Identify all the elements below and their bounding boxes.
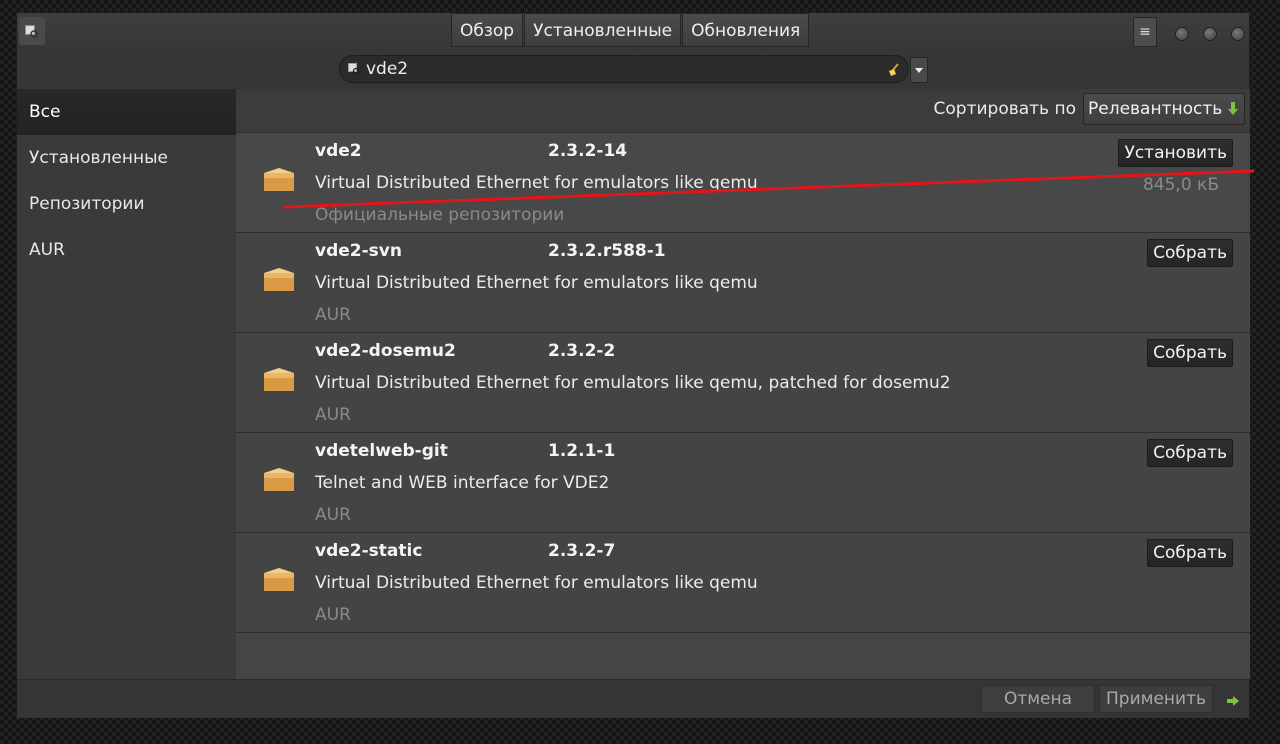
- install-button[interactable]: Установить: [1118, 139, 1233, 167]
- package-description: Virtual Distributed Ethernet for emulato…: [315, 273, 758, 293]
- close-icon[interactable]: [1231, 27, 1245, 41]
- package-icon: [264, 168, 294, 191]
- sort-arrow-icon: [1228, 102, 1238, 115]
- header-bar: Обзор Установленные Обновления ≡: [17, 13, 1249, 52]
- package-repo: AUR: [315, 305, 351, 325]
- sort-value: Релевантность: [1088, 99, 1223, 119]
- search-icon: [348, 63, 360, 75]
- tab-updates[interactable]: Обновления: [682, 13, 810, 47]
- build-button[interactable]: Собрать: [1147, 539, 1233, 567]
- sidebar-item-repositories[interactable]: Репозитории: [17, 181, 236, 227]
- build-button[interactable]: Собрать: [1147, 239, 1233, 267]
- package-name: vde2-static: [315, 541, 423, 561]
- package-description: Virtual Distributed Ethernet for emulato…: [315, 373, 951, 393]
- app-icon[interactable]: [19, 17, 45, 45]
- package-name: vdetelweb-git: [315, 441, 448, 461]
- apply-arrow-icon: [1227, 696, 1239, 706]
- package-description: Virtual Distributed Ethernet for emulato…: [315, 173, 758, 193]
- apply-button[interactable]: Применить: [1099, 685, 1213, 713]
- action-bar: Отмена Применить: [17, 679, 1249, 718]
- cancel-button[interactable]: Отмена: [981, 685, 1095, 713]
- build-button[interactable]: Собрать: [1147, 339, 1233, 367]
- package-icon: [264, 268, 294, 291]
- maximize-icon[interactable]: [1203, 27, 1217, 41]
- package-repo: Официальные репозитории: [315, 205, 565, 225]
- package-list: vde2 2.3.2-14 Virtual Distributed Ethern…: [236, 133, 1250, 633]
- build-button[interactable]: Собрать: [1147, 439, 1233, 467]
- package-name: vde2: [315, 141, 362, 161]
- tab-browse[interactable]: Обзор: [451, 13, 524, 47]
- sort-bar: Сортировать по Релевантность: [236, 89, 1250, 133]
- package-repo: AUR: [315, 605, 351, 625]
- pamac-window: Обзор Установленные Обновления ≡ Все: [16, 12, 1250, 718]
- search-input[interactable]: [366, 58, 876, 80]
- view-tabs: Обзор Установленные Обновления: [451, 13, 810, 49]
- package-version: 2.3.2-7: [548, 541, 616, 561]
- package-description: Virtual Distributed Ethernet for emulato…: [315, 573, 758, 593]
- package-repo: AUR: [315, 405, 351, 425]
- package-version: 2.3.2-14: [548, 141, 628, 161]
- package-row[interactable]: vde2-dosemu2 2.3.2-2 Virtual Distributed…: [236, 333, 1250, 433]
- sidebar: Все Установленные Репозитории AUR: [17, 89, 236, 679]
- package-version: 1.2.1-1: [548, 441, 616, 461]
- package-row[interactable]: vde2-svn 2.3.2.r588-1 Virtual Distribute…: [236, 233, 1250, 333]
- minimize-icon[interactable]: [1175, 27, 1189, 41]
- sort-select[interactable]: Релевантность: [1083, 93, 1245, 125]
- package-icon: [264, 468, 294, 491]
- package-name: vde2-dosemu2: [315, 341, 456, 361]
- package-row[interactable]: vde2-static 2.3.2-7 Virtual Distributed …: [236, 533, 1250, 633]
- package-version: 2.3.2.r588-1: [548, 241, 666, 261]
- package-size: 845,0 кБ: [1142, 175, 1219, 195]
- sidebar-item-aur[interactable]: AUR: [17, 227, 236, 273]
- search-bar: [17, 51, 1249, 89]
- package-panel: Сортировать по Релевантность vde2 2.3.2-…: [236, 89, 1250, 679]
- package-description: Telnet and WEB interface for VDE2: [315, 473, 610, 493]
- sidebar-item-installed[interactable]: Установленные: [17, 135, 236, 181]
- clear-broom-icon[interactable]: [886, 62, 902, 78]
- package-name: vde2-svn: [315, 241, 402, 261]
- hamburger-icon: ≡: [1139, 24, 1151, 40]
- search-history-dropdown[interactable]: [910, 57, 928, 83]
- package-version: 2.3.2-2: [548, 341, 616, 361]
- package-icon: [264, 568, 294, 591]
- package-icon: [264, 368, 294, 391]
- tab-installed[interactable]: Установленные: [524, 13, 682, 47]
- search-field[interactable]: [339, 55, 909, 83]
- sidebar-item-all[interactable]: Все: [17, 89, 236, 135]
- sort-label: Сортировать по: [933, 99, 1076, 119]
- menu-button[interactable]: ≡: [1133, 17, 1157, 47]
- package-row[interactable]: vde2 2.3.2-14 Virtual Distributed Ethern…: [236, 133, 1250, 233]
- package-manager-icon: [25, 25, 38, 38]
- package-row[interactable]: vdetelweb-git 1.2.1-1 Telnet and WEB int…: [236, 433, 1250, 533]
- package-repo: AUR: [315, 505, 351, 525]
